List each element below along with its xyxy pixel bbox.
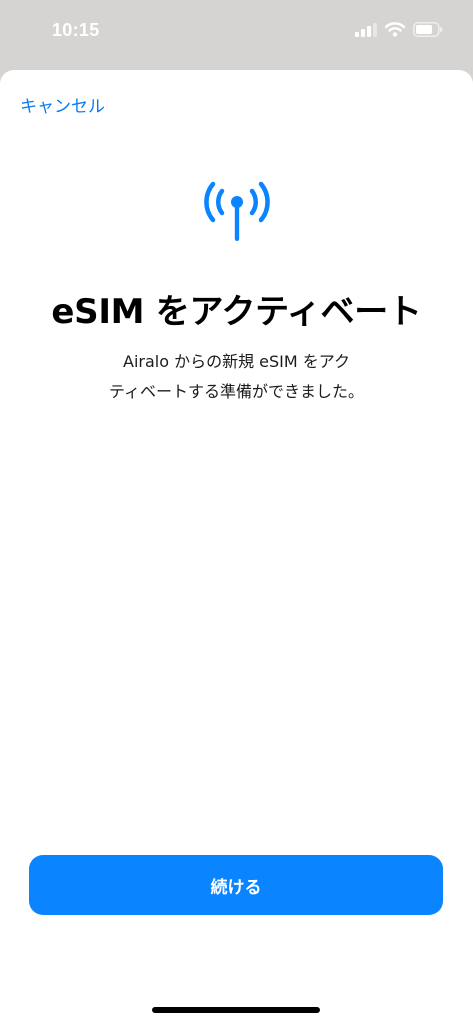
wifi-icon: [385, 22, 405, 37]
status-bar: 10:15: [0, 0, 473, 64]
continue-button[interactable]: 続ける: [29, 855, 443, 915]
description-line: Airalo からの新規 eSIM をアク: [123, 352, 350, 371]
status-time: 10:15: [52, 20, 100, 40]
cellular-signal-icon: [355, 22, 377, 37]
page-title: eSIM をアクティベート: [51, 292, 422, 332]
cancel-button[interactable]: キャンセル: [20, 92, 105, 117]
status-icons: [355, 22, 443, 37]
esim-activation-sheet: キャンセル eSIM をアクティベート Airalo からの新規 eSIM をア…: [0, 70, 473, 1024]
description: Airalo からの新規 eSIM をアク ティベートする準備ができました。: [60, 347, 413, 407]
antenna-icon: [204, 181, 270, 241]
home-indicator: [152, 1007, 320, 1013]
battery-icon: [413, 22, 443, 37]
description-line: ティベートする準備ができました。: [108, 382, 365, 401]
